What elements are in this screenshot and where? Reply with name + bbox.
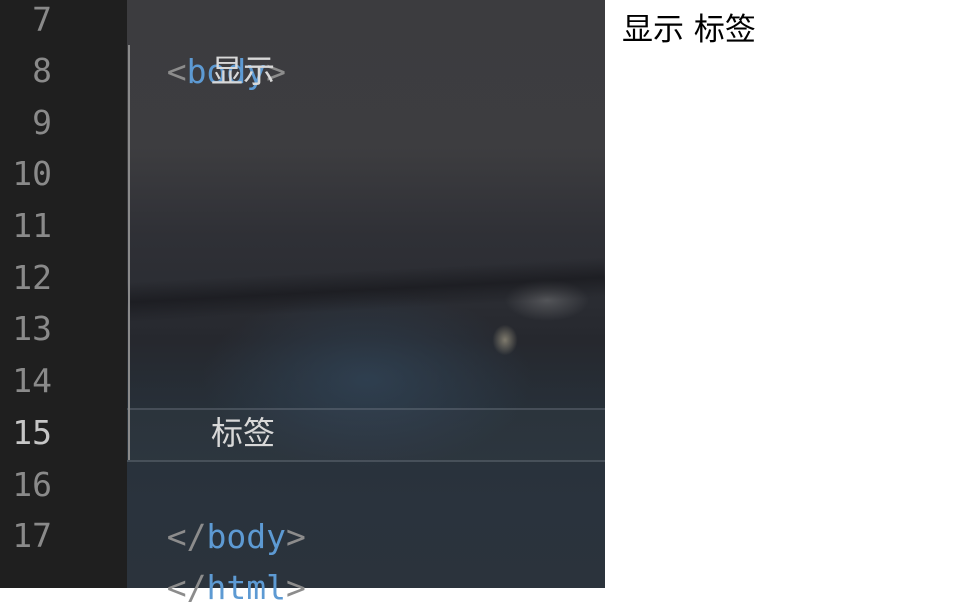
code-line-text[interactable]: 显示 bbox=[211, 45, 275, 97]
tag-bracket-open: < bbox=[166, 52, 187, 91]
line-number: 11 bbox=[12, 206, 52, 245]
line-number: 12 bbox=[12, 258, 52, 297]
preview-text: 显示 标签 bbox=[622, 12, 756, 48]
line-number: 7 bbox=[32, 0, 52, 39]
line-number-gutter: 7 8 9 10 11 12 13 14 15 16 17 bbox=[0, 0, 127, 588]
indent-guide bbox=[128, 45, 130, 460]
current-line-highlight bbox=[127, 408, 605, 462]
line-number: 10 bbox=[12, 154, 52, 193]
line-number-current: 15 bbox=[12, 413, 52, 452]
line-number: 14 bbox=[12, 361, 52, 400]
browser-preview-pane: 显示 标签 bbox=[605, 0, 970, 588]
line-number: 17 bbox=[12, 516, 52, 555]
code-line-html-close[interactable]: </html> bbox=[127, 510, 306, 614]
line-number: 9 bbox=[32, 103, 52, 142]
line-number: 8 bbox=[32, 51, 52, 90]
line-number: 16 bbox=[12, 465, 52, 504]
code-line-text[interactable]: 标签 bbox=[211, 407, 275, 459]
line-number: 13 bbox=[12, 309, 52, 348]
